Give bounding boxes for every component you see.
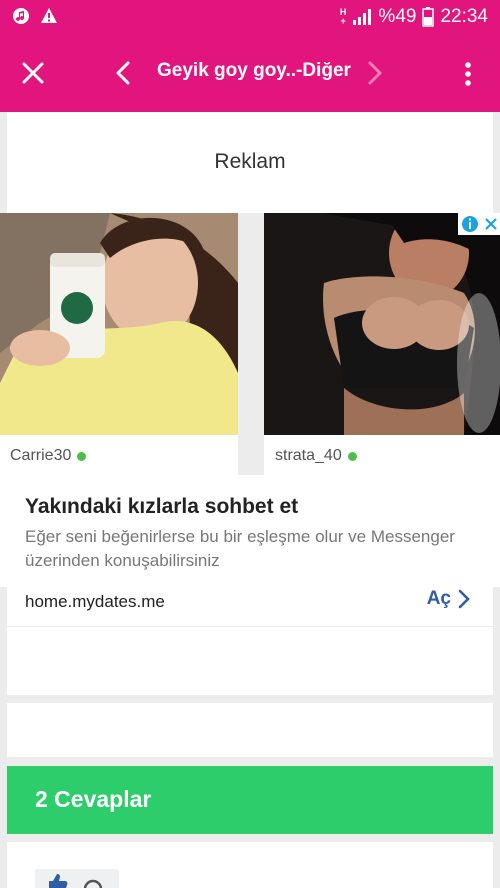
content-card-empty-1: [7, 627, 493, 695]
profile-name-text: Carrie30: [10, 447, 72, 464]
content-card-empty-2: [7, 703, 493, 757]
status-bar-notifications: [12, 7, 58, 25]
ad-choices[interactable]: [458, 213, 500, 235]
music-icon: [13, 8, 29, 24]
profile-photo-1-art: [0, 213, 238, 435]
vote-button[interactable]: [35, 869, 119, 888]
status-bar-system: H + %49 22:34: [340, 6, 488, 28]
warning-icon: [41, 8, 57, 23]
app-bar: Geyik goy goy..-Diğer: [0, 34, 500, 112]
profile-name-2: strata_40: [275, 447, 357, 465]
battery-icon: [422, 7, 435, 27]
profile-name-text: strata_40: [275, 447, 342, 464]
profiles-divider: [238, 213, 264, 475]
thumb-up-icon: [49, 874, 103, 888]
more-vert-icon[interactable]: [458, 60, 478, 88]
ad-label: Reklam: [214, 150, 286, 173]
signal-icon: [353, 9, 372, 25]
profile-name-1: Carrie30: [10, 447, 87, 465]
close-icon[interactable]: [18, 58, 48, 88]
page-title: Geyik goy goy..-Diğer: [157, 60, 351, 81]
chevron-right-icon[interactable]: [362, 58, 388, 88]
ad-card[interactable]: Reklam Carrie30 strata_40 Yakındaki kızl…: [0, 112, 500, 626]
chevron-right-icon: [458, 589, 470, 609]
online-dot-icon: [77, 451, 87, 461]
profile-photo-2[interactable]: [264, 213, 500, 435]
ad-description: Eğer seni beğenirlerse bu bir eşleşme ol…: [25, 527, 455, 570]
ad-url[interactable]: home.mydates.me: [25, 592, 165, 612]
ad-open-label: Aç: [426, 588, 451, 609]
chevron-left-icon[interactable]: [110, 58, 136, 88]
status-bar: H + %49 22:34: [0, 0, 500, 34]
battery-percent: %49: [378, 6, 417, 27]
ad-headline[interactable]: Yakındaki kızlarla sohbet et: [25, 495, 298, 519]
profile-photo-2-art: [264, 213, 500, 435]
ad-close-icon[interactable]: [484, 217, 498, 231]
online-dot-icon: [347, 451, 357, 461]
answers-header: 2 Cevaplar: [7, 766, 493, 834]
clock: 22:34: [440, 6, 488, 27]
ad-open-button[interactable]: Aç: [427, 588, 471, 610]
profile-photo-1[interactable]: [0, 213, 238, 435]
info-icon[interactable]: [461, 215, 479, 233]
answer-card: [7, 842, 493, 888]
network-type: H +: [339, 7, 347, 26]
answers-title: 2 Cevaplar: [35, 786, 152, 812]
